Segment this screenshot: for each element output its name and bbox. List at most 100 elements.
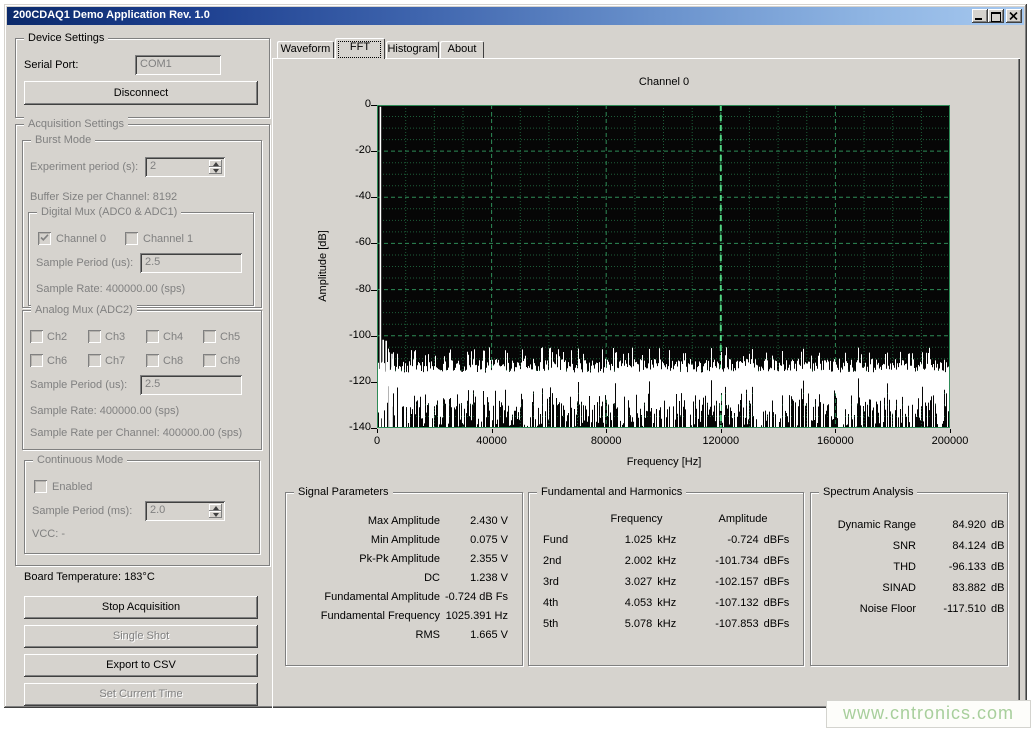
channel1-checkbox[interactable] bbox=[125, 232, 138, 245]
tab-about[interactable]: About bbox=[440, 41, 484, 58]
tab-fft-label: FFT bbox=[350, 41, 370, 53]
ch7-label: Ch7 bbox=[105, 354, 125, 369]
ch7-checkbox[interactable] bbox=[88, 354, 101, 367]
fft-plot[interactable] bbox=[377, 105, 950, 428]
signal-parameters-group: Signal Parameters Max Amplitude2.430 V M… bbox=[285, 492, 523, 666]
cm-sample-period-spinner[interactable]: 2.0 bbox=[145, 501, 225, 521]
ch8-checkbox[interactable] bbox=[146, 354, 159, 367]
metric-value: -96.133 bbox=[916, 559, 986, 575]
spin-up-button[interactable] bbox=[209, 160, 222, 167]
set-current-time-button[interactable]: Set Current Time bbox=[24, 683, 258, 706]
signal-row: RMS1.665 V bbox=[286, 627, 522, 643]
analog-mux-title: Analog Mux (ADC2) bbox=[31, 303, 137, 317]
harmonic-amplitude: -101.734 bbox=[685, 553, 759, 569]
harmonic-amplitude: -102.157 bbox=[685, 574, 759, 590]
harmonic-name: 3rd bbox=[529, 574, 588, 590]
am-sample-period-input[interactable]: 2.5 bbox=[140, 375, 242, 395]
metric-value: -117.510 bbox=[916, 601, 986, 617]
tab-about-label: About bbox=[448, 43, 477, 55]
spin-down-button[interactable] bbox=[209, 167, 222, 174]
metric-label: THD bbox=[811, 559, 916, 575]
param-value: 2.430 V bbox=[440, 513, 522, 529]
y-axis-title: Amplitude [dB] bbox=[317, 186, 331, 346]
disconnect-button[interactable]: Disconnect bbox=[24, 81, 258, 105]
ch8-label: Ch8 bbox=[163, 354, 183, 369]
spectrum-row: SNR84.124dB bbox=[811, 538, 1007, 554]
spin-down-button[interactable] bbox=[209, 511, 222, 518]
am-sample-period-label: Sample Period (us): bbox=[30, 378, 127, 393]
harmonic-frequency: 4.053 bbox=[588, 595, 652, 611]
signal-row: Pk-Pk Amplitude2.355 V bbox=[286, 551, 522, 567]
am-sample-rate-label: Sample Rate: 400000.00 (sps) bbox=[30, 404, 179, 419]
triangle-down-icon bbox=[213, 169, 219, 173]
param-value: 1.665 V bbox=[440, 627, 522, 643]
metric-value: 83.882 bbox=[916, 580, 986, 596]
minimize-button[interactable] bbox=[972, 9, 988, 23]
metric-label: SNR bbox=[811, 538, 916, 554]
tab-fft[interactable]: FFT bbox=[335, 38, 385, 59]
harmonic-amplitude-unit: dBFs bbox=[759, 574, 803, 590]
metric-unit: dB bbox=[986, 559, 1004, 575]
param-label: Pk-Pk Amplitude bbox=[286, 551, 440, 567]
harmonic-frequency: 3.027 bbox=[588, 574, 652, 590]
ch2-checkbox[interactable] bbox=[30, 330, 43, 343]
ch4-checkbox[interactable] bbox=[146, 330, 159, 343]
channel0-checkbox[interactable] bbox=[38, 232, 51, 245]
ch2-label: Ch2 bbox=[47, 330, 67, 345]
harmonic-frequency: 1.025 bbox=[588, 532, 652, 548]
continuous-mode-title: Continuous Mode bbox=[33, 453, 127, 467]
dm-sample-period-value: 2.5 bbox=[145, 253, 160, 272]
tab-waveform[interactable]: Waveform bbox=[277, 41, 334, 58]
ch6-checkbox[interactable] bbox=[30, 354, 43, 367]
cm-sample-period-value: 2.0 bbox=[150, 501, 165, 520]
param-label: Min Amplitude bbox=[286, 532, 440, 548]
param-value: 1.238 V bbox=[440, 570, 522, 586]
amplitude-column-header: Amplitude bbox=[684, 513, 802, 525]
spectrum-row: Noise Floor-117.510dB bbox=[811, 601, 1007, 617]
spectrum-row: Dynamic Range84.920dB bbox=[811, 517, 1007, 533]
acquisition-settings-title: Acquisition Settings bbox=[24, 117, 128, 131]
harmonics-group: Fundamental and Harmonics Frequency Ampl… bbox=[528, 492, 804, 666]
harmonic-amplitude-unit: dBFs bbox=[759, 553, 803, 569]
x-axis-title: Frequency [Hz] bbox=[564, 456, 764, 468]
dm-sample-period-input[interactable]: 2.5 bbox=[140, 253, 242, 273]
ch3-checkbox[interactable] bbox=[88, 330, 101, 343]
tab-histogram[interactable]: Histogram bbox=[386, 41, 439, 58]
continuous-enabled-checkbox[interactable] bbox=[34, 480, 47, 493]
param-value: -0.724 dB Fs bbox=[440, 589, 522, 605]
stop-acquisition-button[interactable]: Stop Acquisition bbox=[24, 596, 258, 619]
metric-unit: dB bbox=[986, 580, 1004, 596]
frequency-column-header: Frequency bbox=[589, 513, 684, 525]
harmonic-amplitude: -107.853 bbox=[685, 616, 759, 632]
check-icon bbox=[40, 234, 49, 242]
close-button[interactable] bbox=[1006, 9, 1022, 23]
signal-row: DC1.238 V bbox=[286, 570, 522, 586]
metric-value: 84.124 bbox=[916, 538, 986, 554]
spectrum-row: SINAD83.882dB bbox=[811, 580, 1007, 596]
metric-label: SINAD bbox=[811, 580, 916, 596]
export-to-csv-button[interactable]: Export to CSV bbox=[24, 654, 258, 677]
signal-row: Min Amplitude0.075 V bbox=[286, 532, 522, 548]
spin-up-button[interactable] bbox=[209, 504, 222, 511]
app-window: 200CDAQ1 Demo Application Rev. 1.0 Devic… bbox=[4, 4, 1027, 708]
ch9-checkbox[interactable] bbox=[203, 354, 216, 367]
metric-unit: dB bbox=[986, 517, 1004, 533]
single-shot-button[interactable]: Single Shot bbox=[24, 625, 258, 648]
spectrum-analysis-group: Spectrum Analysis Dynamic Range84.920dB … bbox=[810, 492, 1008, 666]
titlebar: 200CDAQ1 Demo Application Rev. 1.0 bbox=[7, 7, 1024, 25]
window-title: 200CDAQ1 Demo Application Rev. 1.0 bbox=[13, 9, 210, 21]
harmonic-name: Fund bbox=[529, 532, 588, 548]
triangle-up-icon bbox=[213, 162, 219, 166]
maximize-button[interactable] bbox=[988, 9, 1004, 23]
experiment-period-spinner[interactable]: 2 bbox=[145, 157, 225, 177]
ch5-checkbox[interactable] bbox=[203, 330, 216, 343]
channel0-label: Channel 0 bbox=[56, 232, 106, 247]
signal-row: Fundamental Frequency1025.391 Hz bbox=[286, 608, 522, 624]
spectrum-analysis-title: Spectrum Analysis bbox=[819, 485, 917, 499]
serial-port-input[interactable]: COM1 bbox=[135, 55, 221, 75]
burst-mode-title: Burst Mode bbox=[31, 133, 95, 147]
serial-port-label: Serial Port: bbox=[24, 58, 78, 73]
param-label: DC bbox=[286, 570, 440, 586]
window-controls bbox=[972, 9, 1022, 23]
harmonic-name: 5th bbox=[529, 616, 588, 632]
